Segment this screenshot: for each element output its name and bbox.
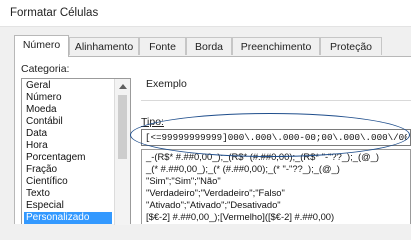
category-item-cientifico[interactable]: Científico [24,176,112,188]
tab-borda[interactable]: Borda [186,37,232,55]
format-cells-dialog: Formatar Células Número Alinhamento Font… [0,0,411,225]
category-item-fracao[interactable]: Fração [24,164,112,176]
category-item-hora[interactable]: Hora [24,140,112,152]
category-scrollbar[interactable] [114,79,130,225]
dialog-title: Formatar Células [10,7,99,19]
tab-alinhamento[interactable]: Alinhamento [69,37,139,55]
category-item-personalizado[interactable]: Personalizado [24,212,112,224]
type-label: Tipo: [141,116,164,128]
format-code-list[interactable]: _-(R$* #.##0,00_);_(R$* (#.##0,00);_(R$*… [141,149,411,224]
category-item-porcentagem[interactable]: Porcentagem [24,152,112,164]
category-item-contabil[interactable]: Contábil [24,116,112,128]
category-label: Categoria: [21,63,70,75]
category-item-geral[interactable]: Geral [24,80,112,92]
example-label: Exemplo [146,78,187,90]
category-list[interactable]: Geral Número Moeda Contábil Data Hora Po… [21,78,131,225]
format-code-item[interactable]: _(* #.##0,00_);_(* (#.##0,00);_(* "-"??_… [146,163,340,174]
tab-numero[interactable]: Número [14,35,69,57]
format-code-item[interactable]: [$€-2] #.##0,00_);[Vermelho]([$€-2] #.##… [146,211,334,222]
tab-preenchimento[interactable]: Preenchimento [232,37,320,55]
format-code-item[interactable]: _-(R$* #.##0,00_);_(R$* (#.##0,00);_(R$*… [146,151,379,162]
format-code-item[interactable]: "Ativado";"Ativado";"Desativado" [146,199,281,210]
type-input[interactable] [141,129,411,146]
format-code-item[interactable]: "Sim";"Sim";"Não" [146,175,221,186]
scroll-up-arrow-icon[interactable] [119,84,127,89]
format-code-item[interactable]: "Verdadeiro";"Verdadeiro";"Falso" [146,187,285,198]
title-bar: Formatar Células [0,0,411,27]
category-item-moeda[interactable]: Moeda [24,104,112,116]
tab-fonte[interactable]: Fonte [139,37,186,55]
example-separator [141,100,411,101]
tab-strip: Número Alinhamento Fonte Borda Preenchim… [14,35,411,57]
scrollbar-thumb[interactable] [118,95,127,159]
category-item-numero[interactable]: Número [24,92,112,104]
tab-protecao[interactable]: Proteção [320,37,382,55]
category-item-especial[interactable]: Especial [24,200,112,212]
category-item-texto[interactable]: Texto [24,188,112,200]
category-item-data[interactable]: Data [24,128,112,140]
